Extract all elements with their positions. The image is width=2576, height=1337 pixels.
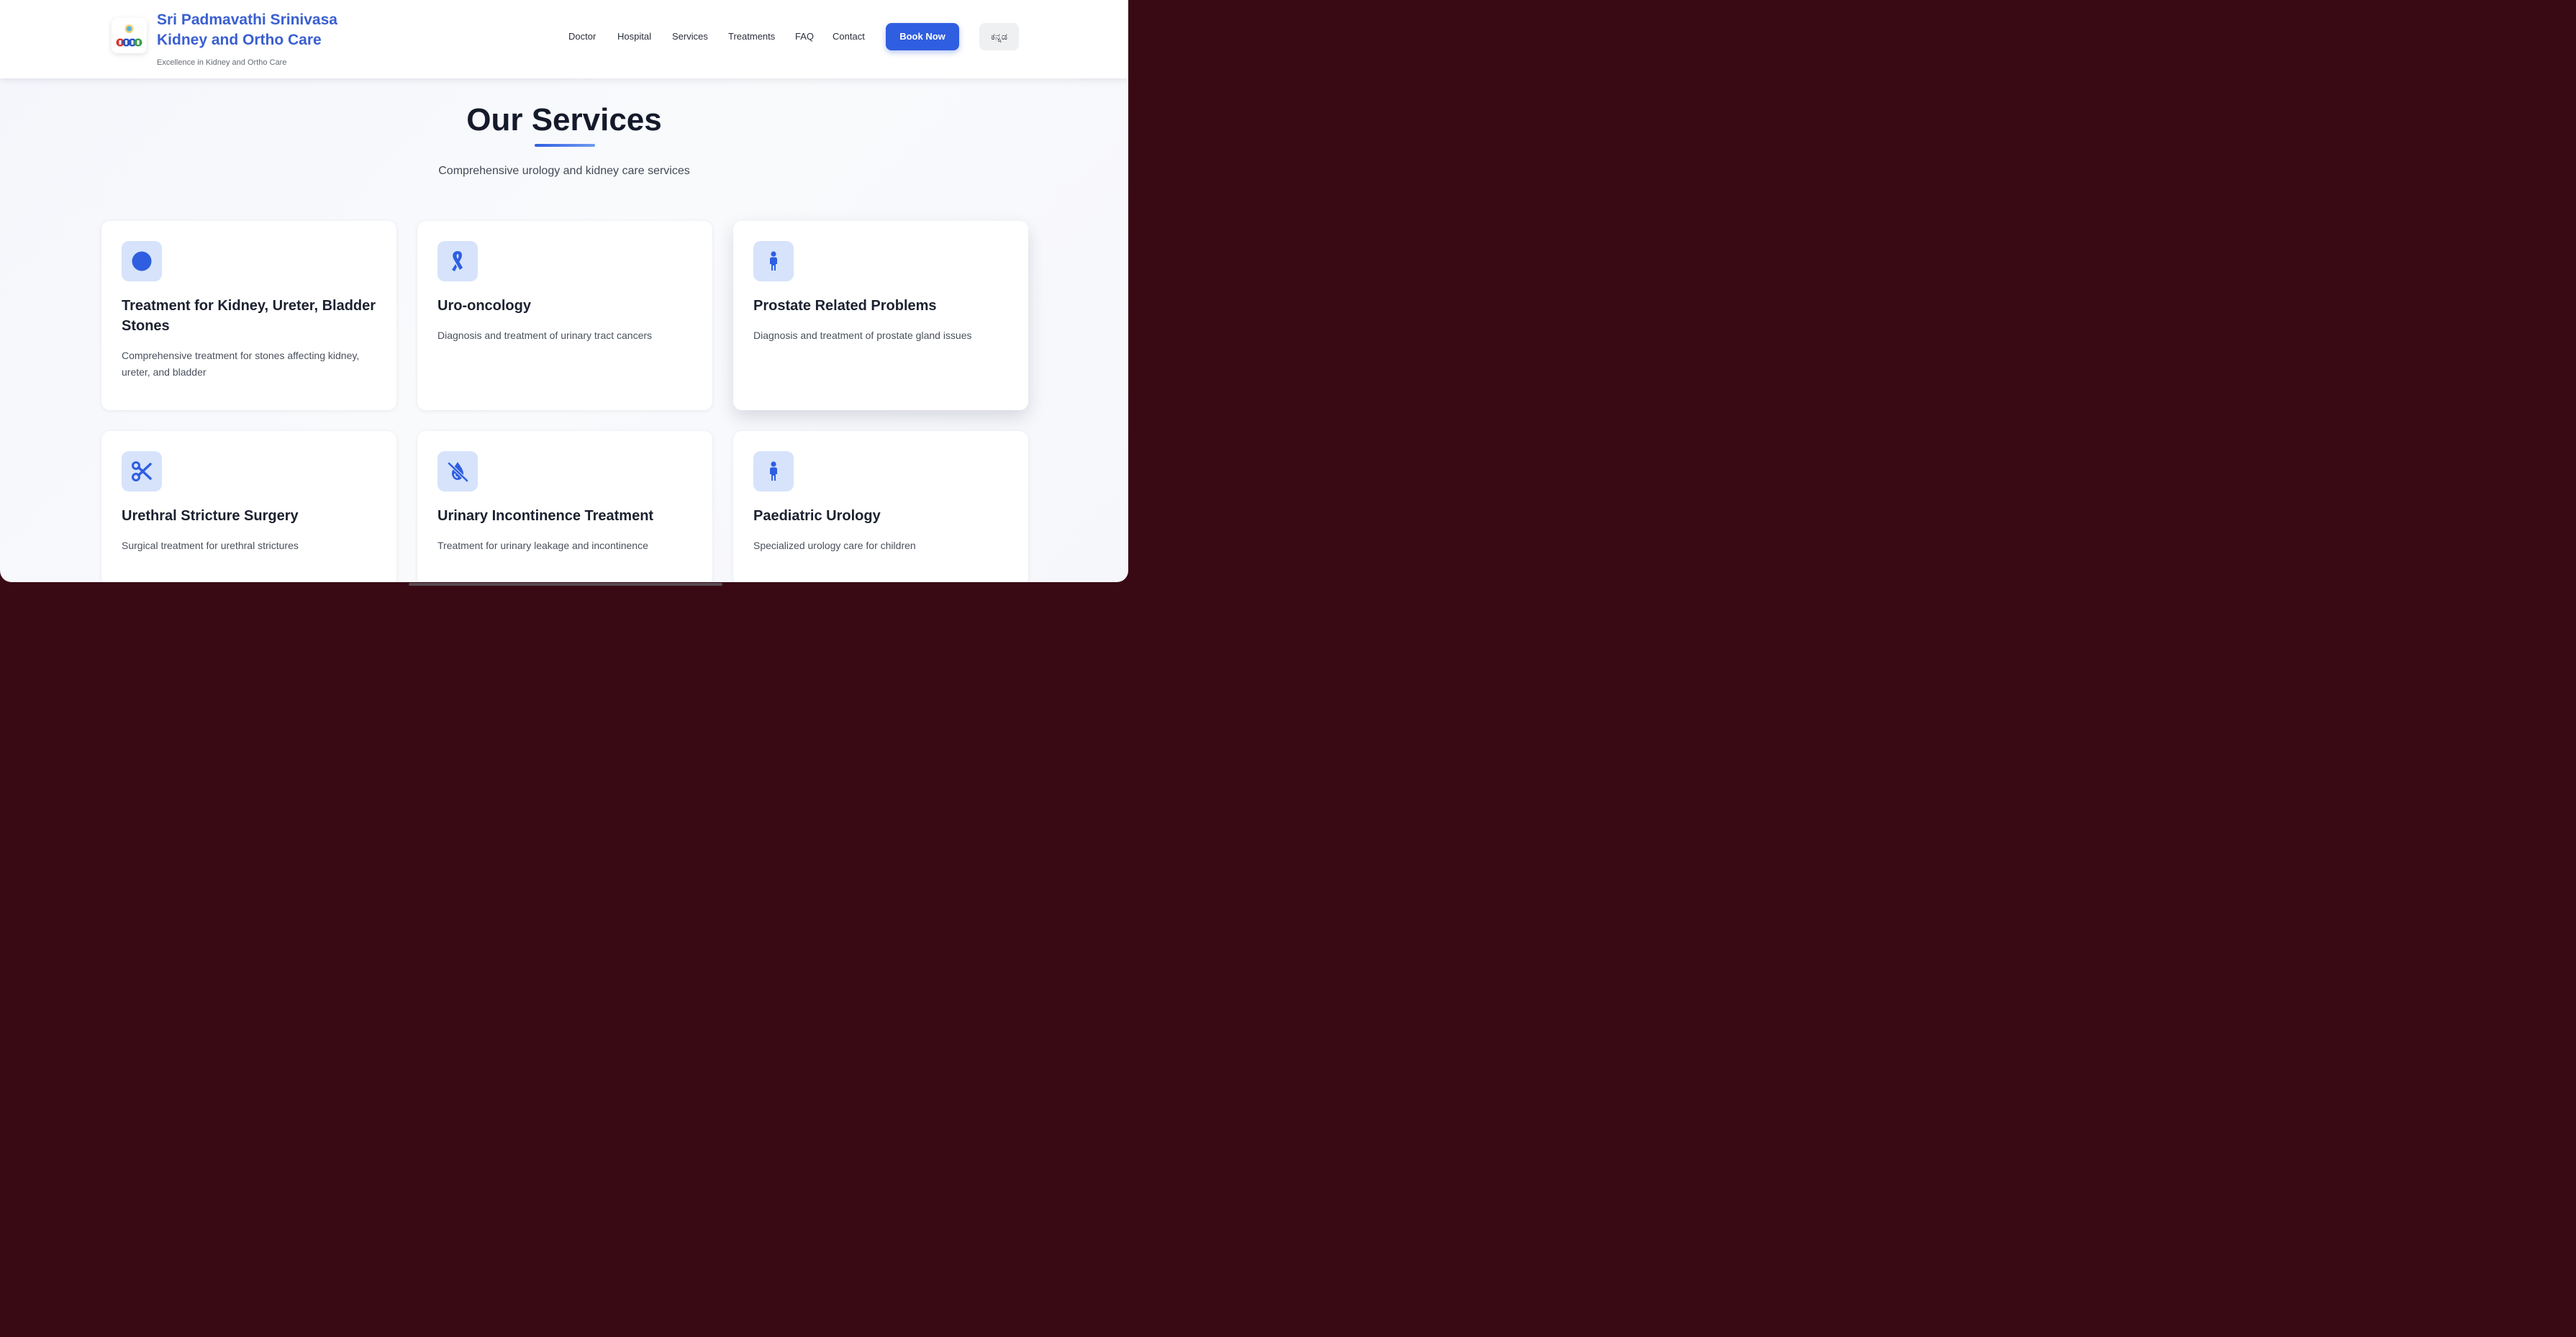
card-description: Diagnosis and treatment of urinary tract… xyxy=(437,330,653,341)
nav-contact[interactable]: Contact xyxy=(833,31,865,42)
person-icon xyxy=(753,241,794,281)
ribbon-icon xyxy=(437,241,478,281)
card-description: Specialized urology care for children xyxy=(753,540,916,551)
service-card-urethral-stricture[interactable]: Urethral Stricture Surgery Surgical trea… xyxy=(101,431,396,582)
title-underline xyxy=(535,144,595,147)
card-title: Uro-oncology xyxy=(437,298,531,314)
card-description: Surgical treatment for urethral strictur… xyxy=(122,540,299,551)
brand-tagline: Excellence in Kidney and Ortho Care xyxy=(157,58,287,67)
service-card-prostate[interactable]: Prostate Related Problems Diagnosis and … xyxy=(733,221,1028,410)
circle-icon xyxy=(122,241,162,281)
scissors-icon xyxy=(122,451,162,491)
card-title: Prostate Related Problems xyxy=(753,298,937,314)
droplet-slash-icon xyxy=(437,451,478,491)
section-subtitle: Comprehensive urology and kidney care se… xyxy=(438,165,690,177)
window-resize-handle xyxy=(409,583,722,586)
nav-treatments[interactable]: Treatments xyxy=(728,31,775,42)
hospital-logo-icon[interactable] xyxy=(112,18,147,53)
nav-hospital[interactable]: Hospital xyxy=(617,31,651,42)
section-title: Our Services xyxy=(466,102,662,137)
card-title: Treatment for Kidney, Ureter, Bladder St… xyxy=(122,298,376,334)
page-viewport: Sri Padmavathi Srinivasa Kidney and Orth… xyxy=(0,0,1128,582)
service-card-incontinence[interactable]: Urinary Incontinence Treatment Treatment… xyxy=(417,431,712,582)
brand-title[interactable]: Sri Padmavathi Srinivasa Kidney and Orth… xyxy=(157,10,373,50)
nav-faq[interactable]: FAQ xyxy=(795,31,814,42)
child-icon xyxy=(753,451,794,491)
card-description: Comprehensive treatment for stones affec… xyxy=(122,350,360,378)
service-card-uro-oncology[interactable]: Uro-oncology Diagnosis and treatment of … xyxy=(417,221,712,410)
nav-services[interactable]: Services xyxy=(672,31,708,42)
language-toggle-button[interactable]: ಕನ್ನಡ xyxy=(979,23,1019,50)
service-card-paediatric[interactable]: Paediatric Urology Specialized urology c… xyxy=(733,431,1028,582)
service-card-stones[interactable]: Treatment for Kidney, Ureter, Bladder St… xyxy=(101,221,396,410)
site-header: Sri Padmavathi Srinivasa Kidney and Orth… xyxy=(0,0,1128,78)
card-title: Urethral Stricture Surgery xyxy=(122,508,299,524)
book-now-button[interactable]: Book Now xyxy=(886,23,959,50)
card-title: Urinary Incontinence Treatment xyxy=(437,508,654,524)
nav-doctor[interactable]: Doctor xyxy=(568,31,596,42)
card-description: Diagnosis and treatment of prostate glan… xyxy=(753,330,972,341)
card-title: Paediatric Urology xyxy=(753,508,881,524)
card-description: Treatment for urinary leakage and incont… xyxy=(437,540,648,551)
